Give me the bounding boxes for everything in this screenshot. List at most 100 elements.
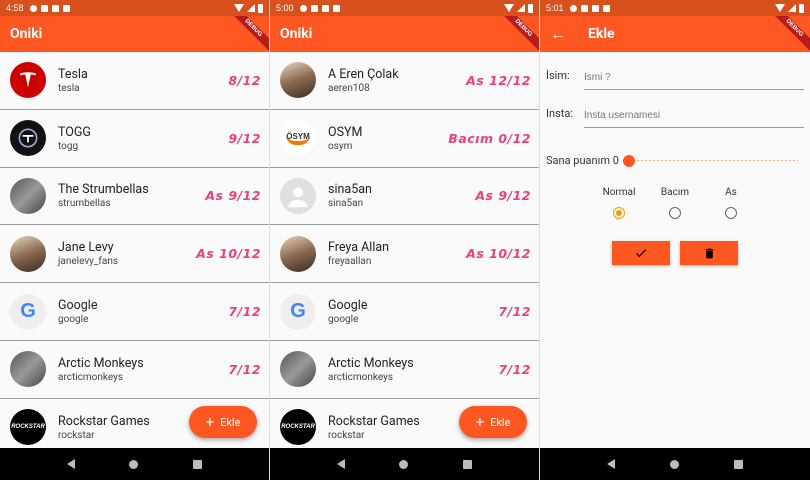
insta-input[interactable]	[584, 104, 804, 128]
account-name: Arctic Monkeys	[328, 355, 414, 371]
score-label: 8/12	[228, 72, 261, 88]
account-handle: osym	[328, 140, 353, 152]
wifi-icon	[504, 4, 514, 12]
battery-icon	[258, 3, 263, 13]
nav-home-icon[interactable]	[129, 459, 139, 469]
account-handle: tesla	[58, 82, 80, 94]
account-name: The Strumbellas	[58, 182, 149, 198]
radio-option[interactable]: As	[713, 187, 749, 219]
nav-back-icon[interactable]	[67, 459, 76, 469]
default-avatar-avatar	[280, 177, 316, 214]
score-label: As 10/12	[196, 246, 261, 262]
radio-option[interactable]: Normal	[601, 187, 637, 219]
slider-label: Sana puanım 0	[546, 154, 619, 167]
account-handle: freyaallan	[328, 256, 372, 268]
plus-icon: +	[205, 412, 215, 431]
status-icons	[569, 4, 610, 12]
battery-icon	[528, 3, 533, 13]
list-item[interactable]: G Google google 7/12	[0, 283, 269, 341]
add-button-label: Ekle	[490, 415, 511, 429]
radio-label: As	[725, 187, 737, 198]
insta-label: Insta:	[546, 107, 573, 120]
togg-avatar	[10, 120, 46, 157]
list-item[interactable]: Arctic Monkeys arcticmonkeys 7/12	[270, 341, 539, 399]
rockstar-avatar: ROCKSTAR	[280, 409, 316, 446]
score-label: Bacım 0/12	[448, 130, 531, 146]
battery-icon	[799, 3, 804, 13]
status-time: 5:01	[546, 3, 564, 13]
radio-option[interactable]: Bacım	[657, 187, 693, 219]
score-label: 7/12	[498, 361, 531, 377]
account-name: Google	[328, 298, 368, 314]
wifi-icon	[234, 4, 244, 12]
score-label: 7/12	[228, 304, 261, 320]
slider-thumb[interactable]	[622, 154, 635, 167]
app-title: Oniki	[10, 26, 43, 42]
nav-home-icon[interactable]	[399, 459, 409, 469]
account-handle: togg	[58, 140, 79, 152]
score-label: 7/12	[228, 361, 261, 377]
back-arrow-icon[interactable]: ←	[550, 24, 566, 44]
list-item[interactable]: Jane Levy janelevy_fans As 10/12	[0, 225, 269, 284]
band-avatar	[10, 351, 46, 388]
radio-label: Bacım	[660, 187, 690, 198]
nav-bar	[0, 448, 269, 480]
account-handle: arcticmonkeys	[328, 371, 394, 383]
account-handle: strumbellas	[58, 198, 111, 210]
delete-button[interactable]	[680, 241, 738, 265]
list-item[interactable]: The Strumbellas strumbellas As 9/12	[0, 168, 269, 226]
google-avatar: G	[280, 293, 316, 330]
add-button[interactable]: + Ekle	[189, 406, 257, 438]
score-label: As 10/12	[466, 246, 531, 262]
account-handle: sina5an	[328, 198, 364, 210]
account-handle: aeren108	[328, 82, 370, 94]
name-input[interactable]	[584, 66, 804, 90]
list-item[interactable]: G Google google 7/12	[270, 283, 539, 341]
nav-recents-icon[interactable]	[733, 459, 743, 469]
radio-button[interactable]	[669, 207, 681, 219]
nav-back-icon[interactable]	[607, 459, 616, 469]
add-screen: 5:01 ← Ekle DEBUG İsim: Insta: Sana puan…	[540, 0, 810, 480]
account-handle: janelevy_fans	[58, 256, 119, 268]
account-name: sina5an	[328, 182, 372, 198]
status-icons	[299, 4, 340, 12]
confirm-button[interactable]	[612, 241, 670, 265]
list-item[interactable]: TOGG togg 9/12	[0, 110, 269, 168]
score-label: 9/12	[228, 130, 261, 146]
category-radio-group: Normal Bacım As	[546, 187, 804, 219]
account-name: A Eren Çolak	[328, 66, 399, 82]
account-list: Tesla tesla 8/12 TOGG togg 9/12 The Strumbella…	[0, 52, 269, 448]
nav-bar	[270, 448, 539, 480]
list-item[interactable]: Tesla tesla 8/12	[0, 52, 269, 110]
list-item[interactable]: A Eren Çolak aeren108 As 12/12	[270, 52, 539, 110]
nav-recents-icon[interactable]	[192, 459, 202, 469]
app-bar: ← Ekle DEBUG	[540, 16, 810, 55]
person-avatar	[10, 235, 46, 272]
nav-bar	[540, 448, 810, 480]
list-item[interactable]: ÖSYM OSYM osym Bacım 0/12	[270, 110, 539, 168]
nav-home-icon[interactable]	[669, 459, 679, 469]
list-item[interactable]: sina5an sina5an As 9/12	[270, 168, 539, 226]
account-handle: google	[58, 314, 89, 326]
list-screen-1: 4:58 Oniki DEBUG Tesla tesla 8/12 TOGG togg 9…	[0, 0, 270, 480]
nav-recents-icon[interactable]	[462, 459, 472, 469]
form-actions	[546, 241, 804, 265]
list-item[interactable]: Arctic Monkeys arcticmonkeys 7/12	[0, 341, 269, 399]
account-list: A Eren Çolak aeren108 As 12/12 ÖSYM OSYM osym…	[270, 52, 539, 448]
radio-button[interactable]	[613, 207, 625, 219]
radio-button[interactable]	[725, 207, 737, 219]
app-bar: Oniki DEBUG	[0, 16, 269, 55]
nav-back-icon[interactable]	[337, 459, 346, 469]
score-slider[interactable]	[622, 154, 804, 167]
status-bar: 5:00	[270, 0, 539, 16]
account-name: Jane Levy	[58, 240, 114, 256]
account-handle: google	[328, 314, 359, 326]
account-name: Tesla	[58, 66, 88, 82]
list-item[interactable]: Freya Allan freyaallan As 10/12	[270, 225, 539, 284]
add-button[interactable]: + Ekle	[459, 406, 527, 438]
name-label: İsim:	[546, 69, 570, 82]
account-name: Arctic Monkeys	[58, 355, 144, 371]
status-bar: 4:58	[0, 0, 269, 16]
app-title: Oniki	[280, 26, 313, 42]
status-time: 5:00	[276, 3, 294, 13]
